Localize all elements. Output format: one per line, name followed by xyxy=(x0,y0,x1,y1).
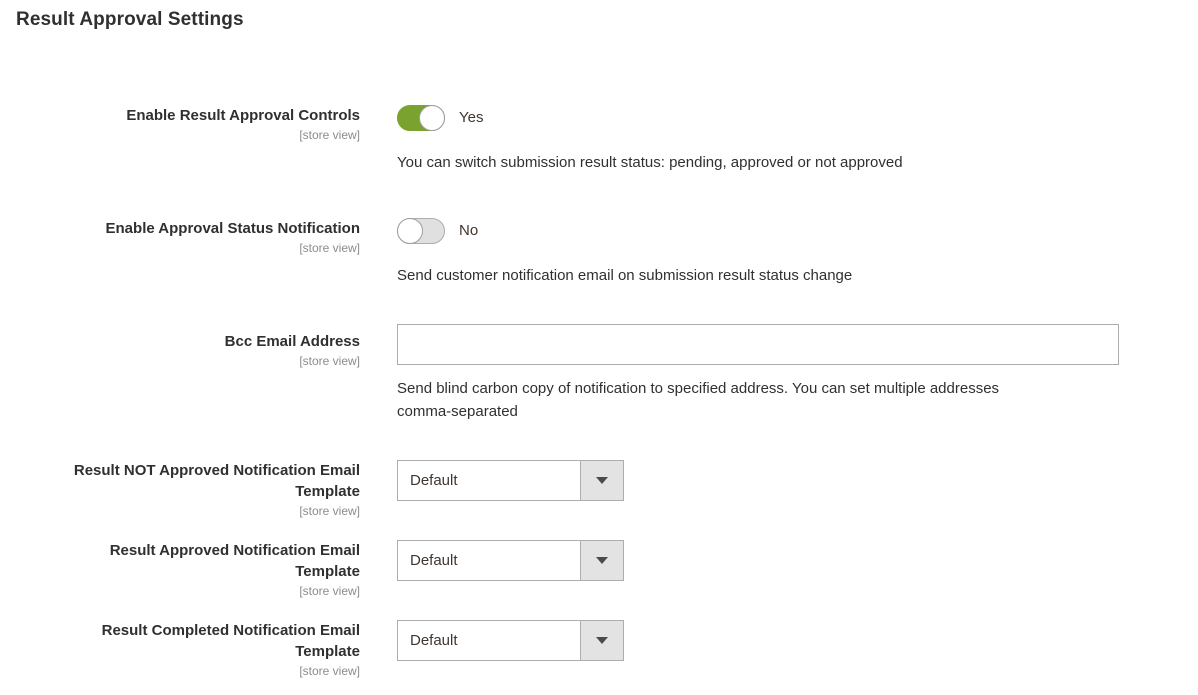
toggle-enable-result-approval-controls[interactable] xyxy=(397,105,445,131)
field-scope-text: [store view] xyxy=(299,504,360,518)
toggle-enable-approval-status-notification[interactable] xyxy=(397,218,445,244)
field-hint-enable-approval-status-notification: Send customer notification email on subm… xyxy=(397,267,853,284)
toggle-value-label: Yes xyxy=(459,109,484,126)
select-value: Default xyxy=(410,632,458,649)
field-scope-text: [store view] xyxy=(299,584,360,598)
field-label-text: Enable Approval Status Notification xyxy=(105,220,360,237)
field-control-enable-approval-status-notification: No xyxy=(397,218,478,244)
chevron-down-icon xyxy=(596,637,608,644)
field-label-enable-approval-status-notification: Enable Approval Status Notification [sto… xyxy=(0,218,360,256)
field-control-result-completed-template: Default xyxy=(397,620,624,661)
select-value: Default xyxy=(410,472,458,489)
toggle-wrap: Yes xyxy=(397,105,483,131)
field-control-bcc-email-address xyxy=(397,324,1119,365)
select-arrow-button[interactable] xyxy=(580,621,623,660)
field-label-text: Bcc Email Address xyxy=(224,333,360,350)
select-value: Default xyxy=(410,552,458,569)
field-label-text-line2: Template xyxy=(295,643,360,660)
result-completed-template-select[interactable]: Default xyxy=(397,620,624,661)
bcc-email-address-input[interactable] xyxy=(397,324,1119,365)
field-label-text-line1: Result Completed Notification Email xyxy=(101,622,360,639)
toggle-knob-icon xyxy=(419,105,445,131)
field-hint-bcc-email-address: Send blind carbon copy of notification t… xyxy=(397,380,1000,420)
select-arrow-button[interactable] xyxy=(580,541,623,580)
field-scope-text: [store view] xyxy=(299,241,360,255)
toggle-wrap: No xyxy=(397,218,478,244)
field-label-result-approved-template: Result Approved Notification Email Templ… xyxy=(0,540,360,599)
select-arrow-button[interactable] xyxy=(580,461,623,500)
field-label-text-line1: Result NOT Approved Notification Email xyxy=(73,462,360,479)
result-not-approved-template-select[interactable]: Default xyxy=(397,460,624,501)
chevron-down-icon xyxy=(596,477,608,484)
chevron-down-icon xyxy=(596,557,608,564)
field-control-result-not-approved-template: Default xyxy=(397,460,624,501)
result-approved-template-select[interactable]: Default xyxy=(397,540,624,581)
page-title: Result Approval Settings xyxy=(16,9,244,30)
field-control-result-approved-template: Default xyxy=(397,540,624,581)
field-scope-text: [store view] xyxy=(299,354,360,368)
field-scope-text: [store view] xyxy=(299,664,360,678)
field-control-enable-result-approval-controls: Yes xyxy=(397,105,483,131)
field-label-result-not-approved-template: Result NOT Approved Notification Email T… xyxy=(0,460,360,519)
settings-page: Result Approval Settings Enable Result A… xyxy=(0,0,1198,695)
field-label-enable-result-approval-controls: Enable Result Approval Controls [store v… xyxy=(0,105,360,143)
field-label-text-line2: Template xyxy=(295,483,360,500)
toggle-value-label: No xyxy=(459,222,479,239)
field-scope-text: [store view] xyxy=(299,128,360,142)
field-label-text-line2: Template xyxy=(295,563,360,580)
field-hint-enable-result-approval-controls: You can switch submission result status:… xyxy=(397,154,903,171)
field-label-bcc-email-address: Bcc Email Address [store view] xyxy=(0,331,360,369)
field-label-text: Enable Result Approval Controls xyxy=(126,107,360,124)
toggle-knob-icon xyxy=(397,218,423,244)
field-label-text-line1: Result Approved Notification Email xyxy=(109,542,360,559)
field-label-result-completed-template: Result Completed Notification Email Temp… xyxy=(0,620,360,679)
